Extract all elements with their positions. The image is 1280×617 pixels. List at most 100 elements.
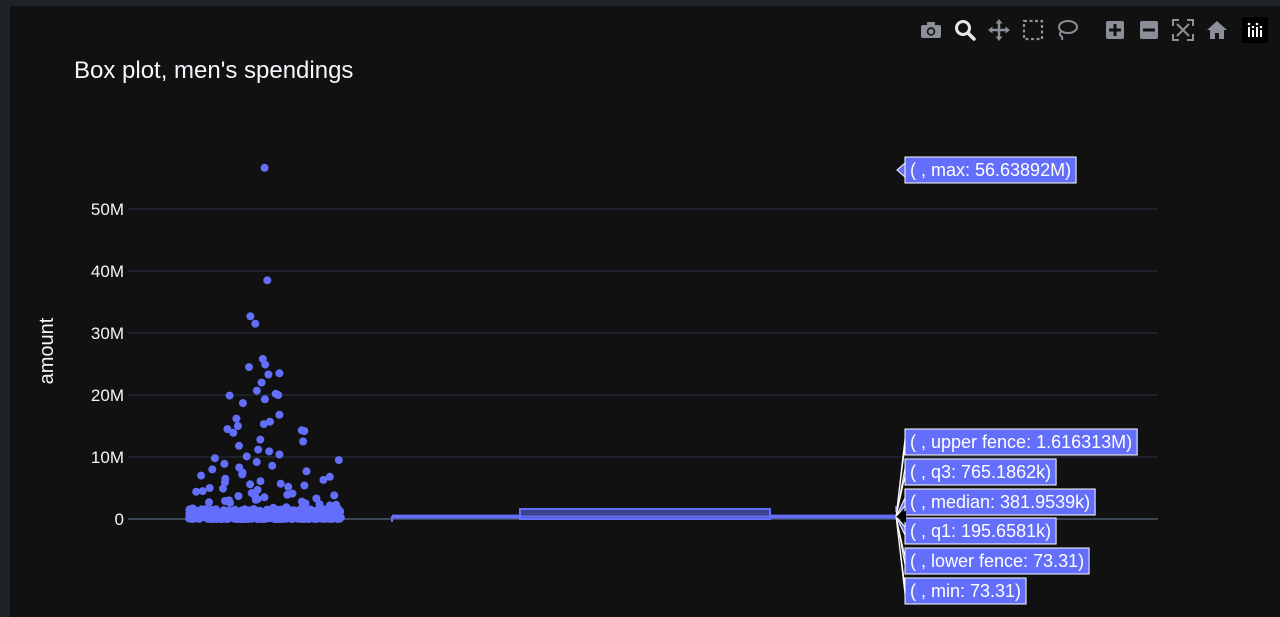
hover-labels: ( , max: 56.63892M) ( , upper fence: 1.61… [895,156,1138,605]
data-point[interactable] [216,513,225,522]
data-point[interactable] [255,514,264,523]
data-point[interactable] [197,471,206,480]
hover-label-text: ( , median: 381.9539k) [910,492,1090,512]
data-point[interactable] [254,445,263,454]
data-point[interactable] [233,422,242,430]
zoom-out-button[interactable] [1134,16,1164,44]
camera-button[interactable] [916,16,946,44]
data-point[interactable] [260,395,269,404]
data-point[interactable] [251,495,260,504]
hover-label-median: ( , median: 381.9539k) [895,488,1096,517]
data-point[interactable] [297,514,306,523]
lasso-select-button[interactable] [1052,16,1082,44]
data-point[interactable] [242,452,251,461]
data-point[interactable] [283,490,292,499]
data-point[interactable] [240,505,249,514]
chart-title: Box plot, men's spendings [74,57,353,84]
data-point[interactable] [220,459,229,468]
hover-label-pointer [896,161,906,179]
data-point[interactable] [200,505,209,514]
data-point[interactable] [260,163,269,172]
data-point[interactable] [270,507,279,516]
data-point[interactable] [257,378,266,387]
data-point[interactable] [302,467,311,476]
data-point[interactable] [207,505,216,514]
data-point[interactable] [319,475,328,484]
data-point[interactable] [288,515,297,523]
data-point[interactable] [186,512,195,521]
data-point[interactable] [235,441,243,450]
data-point[interactable] [252,386,261,395]
data-point[interactable] [275,514,284,523]
box-plot-chart[interactable]: 0 10M 20M 30M 40M 50M Box plot, men's spendin… [10,6,1280,617]
data-point[interactable] [297,507,306,516]
y-tick-label: 40M [91,262,124,281]
data-point[interactable] [219,484,227,493]
data-point[interactable] [246,312,255,321]
data-point[interactable] [225,391,234,400]
hover-label-text: ( , upper fence: 1.616313M) [910,432,1132,452]
data-point[interactable] [284,482,293,491]
reset-axes-button[interactable] [1202,16,1232,44]
data-point[interactable] [232,414,241,423]
data-point[interactable] [251,319,260,328]
data-point[interactable] [334,456,343,465]
data-point[interactable] [268,461,277,470]
data-point[interactable] [238,399,247,408]
hover-label-text: ( , q3: 765.1862k) [910,462,1051,482]
data-point[interactable] [192,487,201,496]
data-point[interactable] [264,370,273,379]
data-point[interactable] [327,515,336,523]
zoom-icon [955,20,976,41]
hover-label-text: ( , min: 73.31) [910,581,1021,601]
data-point[interactable] [275,410,284,419]
data-point[interactable] [276,479,285,488]
zoom-in-icon [1106,21,1124,39]
data-point[interactable] [318,513,327,522]
data-point[interactable] [238,470,247,479]
data-point[interactable] [194,514,203,523]
data-point[interactable] [265,447,274,456]
pan-button[interactable] [984,16,1014,44]
zoom-out-icon [1140,21,1158,39]
data-point[interactable] [330,506,339,515]
data-point[interactable] [259,420,268,429]
data-point[interactable] [263,276,272,285]
data-point[interactable] [226,498,235,507]
data-point[interactable] [246,480,255,489]
data-point[interactable] [275,369,284,378]
points-layer[interactable] [185,163,345,523]
plotly-logo-button[interactable] [1242,17,1268,43]
data-point[interactable] [205,484,214,492]
data-point[interactable] [210,454,219,463]
data-point[interactable] [236,515,245,523]
data-point[interactable] [205,498,213,507]
data-point[interactable] [299,437,308,446]
data-point[interactable] [260,493,269,502]
data-point[interactable] [222,507,230,516]
data-point[interactable] [208,465,217,474]
box-select-button[interactable] [1018,16,1048,44]
data-point[interactable] [245,363,253,372]
data-point[interactable] [330,491,339,500]
data-point[interactable] [306,506,315,515]
hover-label-max: ( , max: 56.63892M) [896,156,1077,184]
lasso-select-icon [1058,20,1078,41]
data-point[interactable] [256,435,265,444]
data-point[interactable] [300,481,309,490]
zoom-button[interactable] [950,16,980,44]
pan-icon [988,19,1010,41]
data-point[interactable] [252,458,261,466]
data-point[interactable] [274,391,283,399]
autoscale-button[interactable] [1168,16,1198,44]
data-point[interactable] [281,508,290,517]
data-point[interactable] [300,427,309,435]
data-point[interactable] [255,506,264,515]
data-point[interactable] [256,477,265,486]
zoom-in-button[interactable] [1100,16,1130,44]
data-point[interactable] [234,492,243,501]
data-point[interactable] [275,450,284,459]
data-point[interactable] [261,360,270,369]
data-point[interactable] [229,428,238,437]
data-point[interactable] [307,513,316,522]
